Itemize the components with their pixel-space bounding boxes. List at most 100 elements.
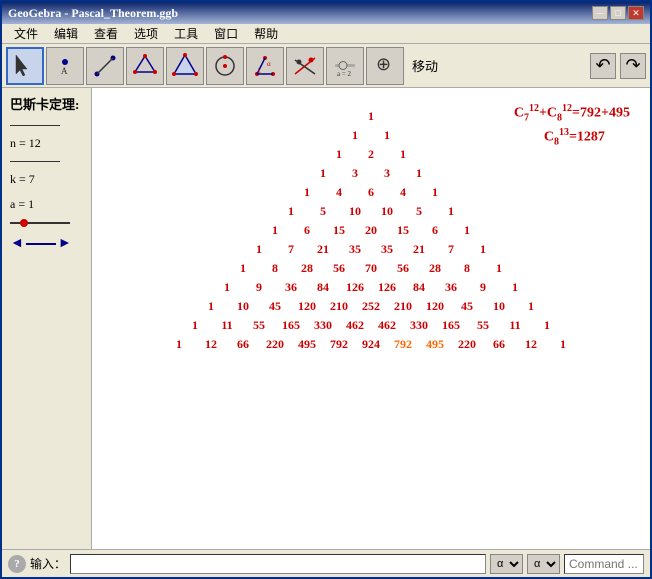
pascal-cell: 1 bbox=[211, 279, 243, 296]
close-button[interactable]: ✕ bbox=[628, 6, 644, 20]
pascal-cell: 6 bbox=[355, 184, 387, 201]
pascal-cell: 70 bbox=[355, 260, 387, 277]
main-area: 巴斯卡定理: n = 12 k = 7 a = 1 ◄ ► bbox=[2, 88, 650, 549]
tool-circle[interactable] bbox=[206, 47, 244, 85]
pascal-cell: 21 bbox=[403, 241, 435, 258]
a-slider-track[interactable] bbox=[10, 222, 70, 224]
pascal-triangle: 1111211331146411510105116152015611721353… bbox=[92, 108, 650, 353]
toolbar: A bbox=[2, 44, 650, 88]
tool-intersect[interactable] bbox=[286, 47, 324, 85]
pascal-cell: 792 bbox=[323, 336, 355, 353]
pascal-cell: 495 bbox=[419, 336, 451, 353]
pascal-cell: 330 bbox=[403, 317, 435, 334]
pascal-cell: 35 bbox=[339, 241, 371, 258]
pascal-cell: 84 bbox=[307, 279, 339, 296]
pascal-row: 15101051 bbox=[275, 203, 467, 220]
a-slider-handle[interactable] bbox=[20, 219, 28, 227]
pascal-cell: 1 bbox=[387, 146, 419, 163]
pascal-cell: 4 bbox=[387, 184, 419, 201]
slider-icon: a = 2 bbox=[331, 52, 359, 80]
k-value: k = 7 bbox=[10, 172, 83, 187]
svg-text:a = 2: a = 2 bbox=[337, 70, 352, 78]
dropdown-alpha2[interactable]: α bbox=[527, 554, 560, 574]
arrow-left-icon: ◄ bbox=[10, 236, 24, 252]
menu-window[interactable]: 窗口 bbox=[206, 23, 246, 44]
pascal-cell: 210 bbox=[323, 298, 355, 315]
pascal-cell: 55 bbox=[243, 317, 275, 334]
pascal-cell: 165 bbox=[435, 317, 467, 334]
menu-edit[interactable]: 编辑 bbox=[46, 23, 86, 44]
input-label: 输入： bbox=[30, 555, 66, 572]
pascal-cell: 120 bbox=[291, 298, 323, 315]
pointer-icon bbox=[11, 52, 39, 80]
pascal-row: 1104512021025221012045101 bbox=[195, 298, 547, 315]
sidebar: 巴斯卡定理: n = 12 k = 7 a = 1 ◄ ► bbox=[2, 88, 92, 549]
tool-move-viewport[interactable]: ⊕ bbox=[366, 47, 404, 85]
pascal-cell: 220 bbox=[451, 336, 483, 353]
pascal-row: 121 bbox=[323, 146, 419, 163]
pascal-cell: 1 bbox=[483, 260, 515, 277]
a-label: a = 1 bbox=[10, 197, 83, 212]
tool-point[interactable]: A bbox=[46, 47, 84, 85]
pascal-cell: 36 bbox=[435, 279, 467, 296]
pascal-cell: 1 bbox=[291, 184, 323, 201]
menu-view[interactable]: 查看 bbox=[86, 23, 126, 44]
pascal-cell: 4 bbox=[323, 184, 355, 201]
pascal-row: 11 bbox=[339, 127, 403, 144]
pascal-row: 1115516533046246233016555111 bbox=[179, 317, 563, 334]
menu-file[interactable]: 文件 bbox=[6, 23, 46, 44]
arrow-right-icon: ► bbox=[58, 236, 72, 252]
pascal-row: 1126622049579292479249522066121 bbox=[163, 336, 579, 353]
pascal-cell: 12 bbox=[515, 336, 547, 353]
menu-help[interactable]: 帮助 bbox=[246, 23, 286, 44]
angle-icon: α bbox=[251, 52, 279, 80]
pascal-cell: 10 bbox=[371, 203, 403, 220]
tool-line[interactable] bbox=[86, 47, 124, 85]
pascal-cell: 210 bbox=[387, 298, 419, 315]
pascal-cell: 1 bbox=[371, 127, 403, 144]
pascal-cell: 45 bbox=[259, 298, 291, 315]
pascal-cell: 1 bbox=[163, 336, 195, 353]
pascal-cell: 12 bbox=[195, 336, 227, 353]
minimize-button[interactable]: — bbox=[592, 6, 608, 20]
pascal-cell: 220 bbox=[259, 336, 291, 353]
command-input[interactable] bbox=[70, 554, 486, 574]
pascal-cell: 56 bbox=[323, 260, 355, 277]
line-icon bbox=[91, 52, 119, 80]
tool-slider[interactable]: a = 2 bbox=[326, 47, 364, 85]
maximize-button[interactable]: □ bbox=[610, 6, 626, 20]
pascal-cell: 9 bbox=[467, 279, 499, 296]
pascal-cell: 28 bbox=[291, 260, 323, 277]
tool-pointer[interactable] bbox=[6, 47, 44, 85]
pascal-cell: 5 bbox=[403, 203, 435, 220]
pascal-cell: 1 bbox=[403, 165, 435, 182]
pascal-cell: 55 bbox=[467, 317, 499, 334]
tool-triangle[interactable] bbox=[166, 47, 204, 85]
pascal-cell: 924 bbox=[355, 336, 387, 353]
pascal-cell: 1 bbox=[419, 184, 451, 201]
tool-polygon[interactable] bbox=[126, 47, 164, 85]
command-field[interactable] bbox=[564, 554, 644, 574]
canvas-area[interactable]: C712+C812=792+495 C813=1287 111121133114… bbox=[92, 88, 650, 549]
pascal-cell: 84 bbox=[403, 279, 435, 296]
pascal-cell: 1 bbox=[547, 336, 579, 353]
pascal-cell: 1 bbox=[339, 127, 371, 144]
tool-angle[interactable]: α bbox=[246, 47, 284, 85]
pascal-cell: 3 bbox=[339, 165, 371, 182]
undo-button[interactable]: ↶ bbox=[590, 53, 616, 79]
redo-button[interactable]: ↷ bbox=[620, 53, 646, 79]
pascal-cell: 1 bbox=[499, 279, 531, 296]
help-icon: ? bbox=[8, 555, 26, 573]
menu-options[interactable]: 选项 bbox=[126, 23, 166, 44]
pascal-cell: 1 bbox=[355, 108, 387, 125]
pascal-cell: 3 bbox=[371, 165, 403, 182]
intersect-icon bbox=[291, 52, 319, 80]
pascal-cell: 462 bbox=[371, 317, 403, 334]
arrow-row: ◄ ► bbox=[10, 236, 83, 252]
pascal-cell: 11 bbox=[499, 317, 531, 334]
main-window: GeoGebra - Pascal_Theorem.ggb — □ ✕ 文件 编… bbox=[0, 0, 652, 579]
pascal-cell: 1 bbox=[323, 146, 355, 163]
dropdown-alpha1[interactable]: α bbox=[490, 554, 523, 574]
menu-tools[interactable]: 工具 bbox=[166, 23, 206, 44]
pascal-cell: 66 bbox=[483, 336, 515, 353]
